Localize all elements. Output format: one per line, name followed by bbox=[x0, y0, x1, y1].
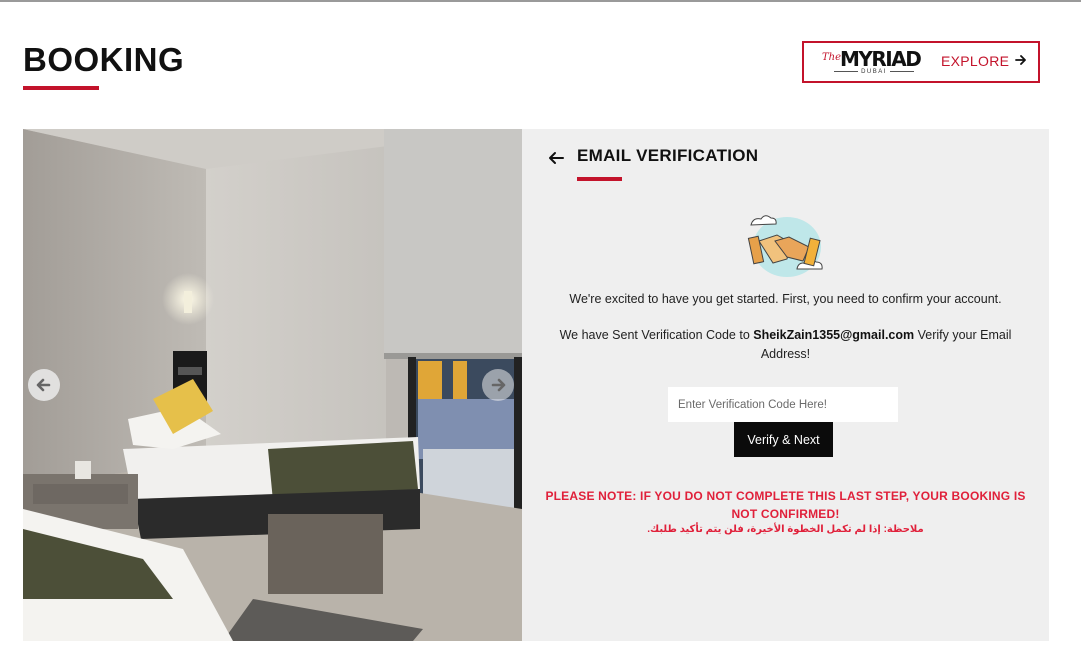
dorm-room-illustration bbox=[23, 129, 522, 641]
verification-title: EMAIL VERIFICATION bbox=[577, 146, 759, 165]
carousel-next-button[interactable] bbox=[482, 369, 514, 401]
carousel-prev-button[interactable] bbox=[28, 369, 60, 401]
explore-button[interactable]: The MYRIAD DUBAI EXPLORE bbox=[802, 41, 1040, 83]
top-rule bbox=[0, 0, 1081, 2]
logo-name: MYRIAD bbox=[840, 47, 922, 71]
verification-panel: EMAIL VERIFICATION We're excited to have… bbox=[522, 129, 1049, 641]
sent-prefix: We have Sent Verification Code to bbox=[559, 328, 754, 342]
page-title: BOOKING bbox=[23, 41, 185, 78]
verify-next-button[interactable]: Verify & Next bbox=[734, 422, 833, 457]
arrow-left-icon bbox=[36, 378, 51, 392]
handshake-icon bbox=[747, 215, 823, 277]
back-arrow-icon[interactable] bbox=[548, 151, 564, 165]
arrow-right-icon bbox=[1015, 55, 1026, 65]
email-address: SheikZain1355@gmail.com bbox=[753, 328, 915, 342]
verification-title-underline bbox=[577, 177, 622, 181]
logo-the: The bbox=[822, 52, 842, 63]
logo-sub: DUBAI bbox=[830, 69, 918, 75]
explore-label: EXPLORE bbox=[941, 53, 1010, 69]
myriad-logo: The MYRIAD DUBAI bbox=[818, 47, 922, 77]
booking-note-english: PLEASE NOTE: IF YOU DO NOT COMPLETE THIS… bbox=[545, 489, 1026, 521]
title-underline bbox=[23, 86, 99, 90]
booking-note-arabic: ملاحظة: إذا لم تكمل الخطوة الأخيرة، فلن … bbox=[647, 524, 924, 535]
room-photo bbox=[23, 129, 522, 641]
intro-text: We're excited to have you get started. F… bbox=[569, 292, 1002, 306]
verification-sent-text: We have Sent Verification Code to SheikZ… bbox=[552, 326, 1019, 364]
arrow-right-icon bbox=[491, 378, 506, 392]
verification-code-input[interactable] bbox=[668, 387, 898, 422]
